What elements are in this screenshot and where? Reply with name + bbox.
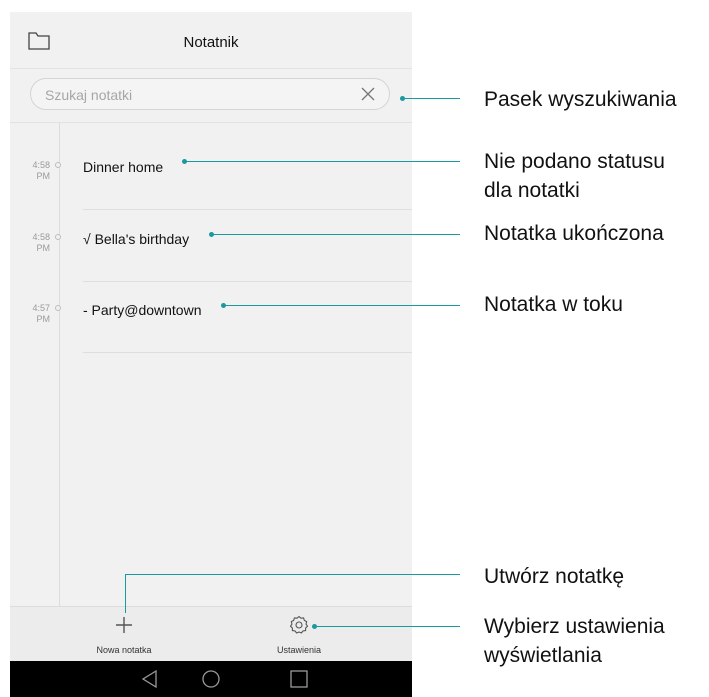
- title-bar: Notatnik: [10, 12, 412, 69]
- note-time: 4:58: [32, 232, 50, 242]
- note-meridiem: PM: [36, 171, 51, 181]
- divider: [83, 209, 412, 210]
- settings-button[interactable]: Ustawienia: [239, 607, 359, 662]
- callout-in-progress: Notatka w toku: [484, 293, 623, 316]
- new-note-button[interactable]: Nowa notatka: [64, 607, 184, 662]
- callout-leader-line: [125, 574, 460, 575]
- note-title: √ Bella's birthday: [83, 231, 190, 247]
- callout-leader-line: [403, 98, 460, 99]
- system-navigation-bar: [10, 661, 412, 697]
- note-item[interactable]: 4:57 PM - Party@downtown: [10, 296, 412, 368]
- phone-screen: Notatnik 4:58 PM Dinner home 4:58 PM: [10, 12, 412, 697]
- timeline-dot: [55, 162, 61, 168]
- note-title: - Party@downtown: [83, 302, 202, 318]
- divider: [83, 281, 412, 282]
- note-timestamp: 4:57 PM: [20, 303, 50, 325]
- search-input[interactable]: [45, 85, 345, 105]
- note-timestamp: 4:58 PM: [20, 160, 50, 182]
- recents-square-icon[interactable]: [288, 669, 310, 689]
- note-title: Dinner home: [83, 159, 164, 175]
- note-time: 4:57: [32, 303, 50, 313]
- plus-icon: [116, 617, 132, 633]
- callout-search-bar: Pasek wyszukiwania: [484, 88, 677, 111]
- settings-label: Ustawienia: [276, 645, 322, 655]
- callout-leader-line: [315, 626, 460, 627]
- callout-leader-line: [125, 574, 126, 613]
- callout-leader-line: [212, 234, 460, 235]
- gear-icon: [289, 615, 309, 634]
- note-item[interactable]: 4:58 PM Dinner home: [10, 153, 412, 225]
- new-note-label: Nowa notatka: [96, 645, 152, 655]
- callout-display-settings: Wybierz ustawienia wyświetlania: [484, 615, 665, 667]
- note-meridiem: PM: [36, 314, 51, 324]
- bottom-toolbar: Nowa notatka Ustawienia: [10, 606, 412, 662]
- note-timestamp: 4:58 PM: [20, 232, 50, 254]
- back-triangle-icon[interactable]: [139, 669, 161, 689]
- search-bar[interactable]: [30, 78, 390, 110]
- callout-no-status: Nie podano statusu dla notatki: [484, 150, 665, 202]
- callout-leader-line: [185, 161, 460, 162]
- callout-leader-line: [224, 305, 460, 306]
- divider: [83, 352, 412, 353]
- page-title: Notatnik: [183, 34, 239, 51]
- canvas: Notatnik 4:58 PM Dinner home 4:58 PM: [0, 0, 709, 697]
- note-meridiem: PM: [36, 243, 51, 253]
- callout-create-note: Utwórz notatkę: [484, 565, 625, 588]
- note-time: 4:58: [32, 160, 50, 170]
- close-icon[interactable]: [361, 87, 375, 101]
- home-circle-icon[interactable]: [200, 669, 222, 689]
- timeline-dot: [55, 234, 61, 240]
- timeline-dot: [55, 305, 61, 311]
- callout-done: Notatka ukończona: [484, 222, 664, 245]
- divider: [10, 122, 412, 123]
